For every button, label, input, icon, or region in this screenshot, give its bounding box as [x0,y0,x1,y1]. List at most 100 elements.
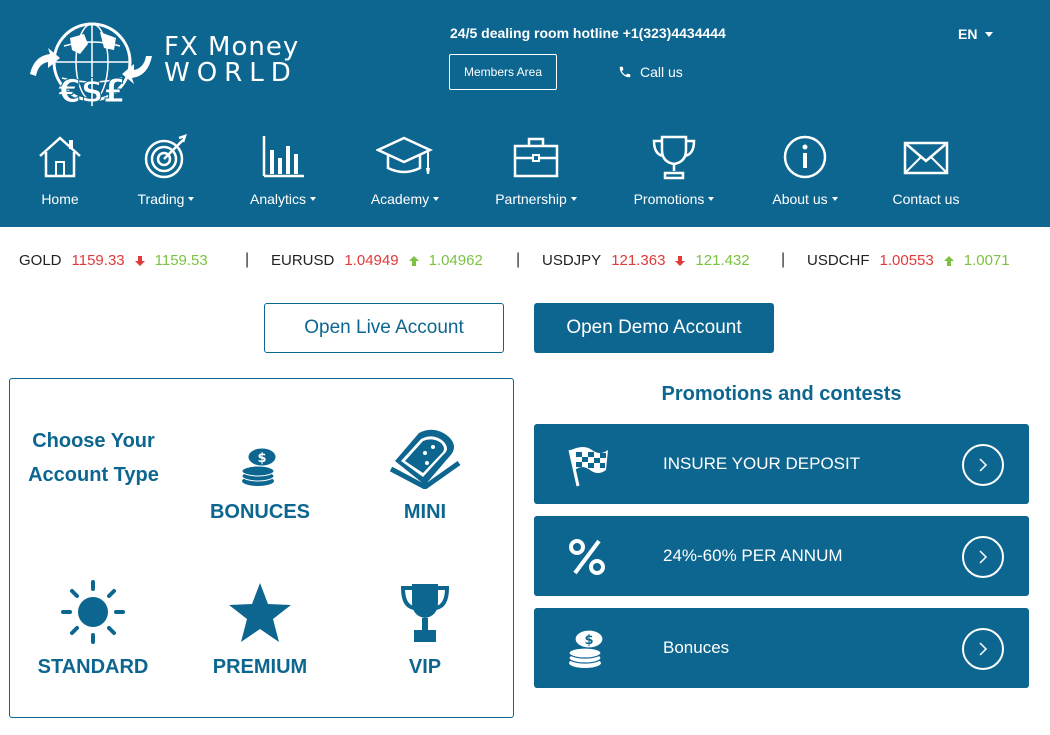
account-premium[interactable]: PREMIUM [190,574,330,679]
account-bonuces[interactable]: $ BONUCES [190,419,330,524]
percent-icon [569,539,605,575]
nav-contact-us[interactable]: Contact us [884,134,968,207]
coin-stack-icon: $ [241,447,277,486]
ticker-separator: | [245,251,250,268]
promo-per-annum[interactable]: 24%-60% PER ANNUM [534,516,1029,596]
arrow-up-icon [943,255,954,266]
chevron-down-icon [433,197,440,201]
bread-slice-icon [389,429,461,489]
chevron-down-icon [985,31,994,37]
account-type-title: Choose Your Account Type [28,430,159,486]
ticker-item: EURUSD 1.04949 1.04962 [271,252,483,269]
arrow-up-icon [408,255,419,266]
logo-wordmark: FX Money World [164,34,299,86]
language-selector[interactable]: EN [958,26,994,42]
arrow-down-icon [675,255,686,266]
ticker-bid: 1.00553 [879,252,934,269]
call-us-link[interactable]: Call us [618,64,683,80]
account-standard[interactable]: STANDARD [23,574,163,679]
ticker-bid: 1.04949 [344,252,399,269]
svg-text:€$£: €$£ [58,72,126,108]
account-label: VIP [408,656,442,678]
star-icon [229,583,291,642]
graduation-cap-icon [376,136,433,174]
account-mini[interactable]: MINI [355,419,495,524]
language-label: EN [958,26,978,42]
site-header: €$£ FX Money World 24/5 dealing room hot… [0,0,1050,227]
arrow-down-icon [134,255,145,266]
nav-trading[interactable]: Trading [126,134,206,207]
nav-label: Academy [370,191,430,207]
ticker-separator: | [781,251,786,268]
chevron-down-icon [570,197,577,201]
nav-partnership[interactable]: Partnership [486,134,586,207]
target-icon [144,134,187,179]
nav-label: About us [772,191,828,207]
nav-label: Trading [137,191,185,207]
ticker-symbol: EURUSD [271,252,335,269]
ticker-ask: 1159.53 [154,252,208,269]
coin-stack-icon: $ [568,629,604,668]
chevron-down-icon [310,197,317,201]
bar-chart-icon [262,136,304,178]
checkered-flag-icon [568,447,608,487]
promo-label: 24%-60% PER ANNUM [663,546,843,565]
open-live-account-button[interactable]: Open Live Account [264,303,504,353]
svg-text:$: $ [257,451,266,466]
promo-bonuces[interactable]: $ Bonuces [534,608,1029,688]
ticker-item: USDCHF 1.00553 1.0071 [807,252,1010,269]
hotline-text: 24/5 dealing room hotline +1(323)4434444 [450,25,726,41]
chevron-right-icon[interactable] [962,536,1004,578]
ticker-ask: 1.04962 [428,252,483,269]
house-icon [39,136,81,178]
chevron-right-icon[interactable] [962,444,1004,486]
logo-line-2: World [164,58,298,88]
logo-line-1: FX Money [164,32,300,62]
info-icon [783,135,827,179]
ticker-symbol: USDJPY [542,252,602,269]
ticker-ask: 1.0071 [963,252,1010,269]
ticker-symbol: USDCHF [807,252,870,269]
account-label: BONUCES [209,501,310,523]
nav-label: Contact us [892,191,960,207]
account-label: STANDARD [37,656,149,678]
nav-promotions[interactable]: Promotions [624,134,724,207]
nav-label: Home [41,191,79,207]
ticker-separator: | [516,251,521,268]
nav-label: Promotions [633,191,705,207]
open-demo-account-button[interactable]: Open Demo Account [534,303,774,353]
sun-icon [61,580,125,644]
ticker-symbol: GOLD [19,252,62,269]
envelope-icon [903,141,949,175]
nav-about-us[interactable]: About us [762,134,848,207]
chevron-down-icon [831,197,838,201]
nav-analytics[interactable]: Analytics [240,134,326,207]
chevron-down-icon [188,197,195,201]
nav-academy[interactable]: Academy [362,134,448,207]
nav-label: Partnership [495,191,567,207]
ticker-item: GOLD 1159.33 1159.53 [19,252,208,269]
ticker-bid: 121.363 [611,252,666,269]
trophy-icon [652,135,696,180]
ticker-ask: 121.432 [695,252,750,269]
promo-label: INSURE YOUR DEPOSIT [663,454,861,473]
globe-logo-icon: €$£ [30,22,152,108]
nav-home[interactable]: Home [24,134,96,207]
account-label: PREMIUM [212,656,308,678]
account-label: MINI [403,501,447,523]
account-type-panel: Choose Your Account Type $ BONUCES MINI … [9,378,514,718]
account-vip[interactable]: VIP [355,574,495,679]
promo-label: Bonuces [663,638,730,657]
svg-text:$: $ [584,633,593,648]
promo-insure-deposit[interactable]: INSURE YOUR DEPOSIT [534,424,1029,504]
phone-icon [619,66,631,78]
ticker-item: USDJPY 121.363 121.432 [542,252,750,269]
members-area-button[interactable]: Members Area [449,54,557,90]
chevron-right-icon[interactable] [962,628,1004,670]
logo[interactable]: €$£ FX Money World [26,20,326,110]
ticker-bid: 1159.33 [71,252,125,269]
trophy-icon [400,584,450,642]
promotions-title: Promotions and contests [661,383,902,405]
briefcase-icon [513,137,559,178]
nav-label: Analytics [249,191,307,207]
